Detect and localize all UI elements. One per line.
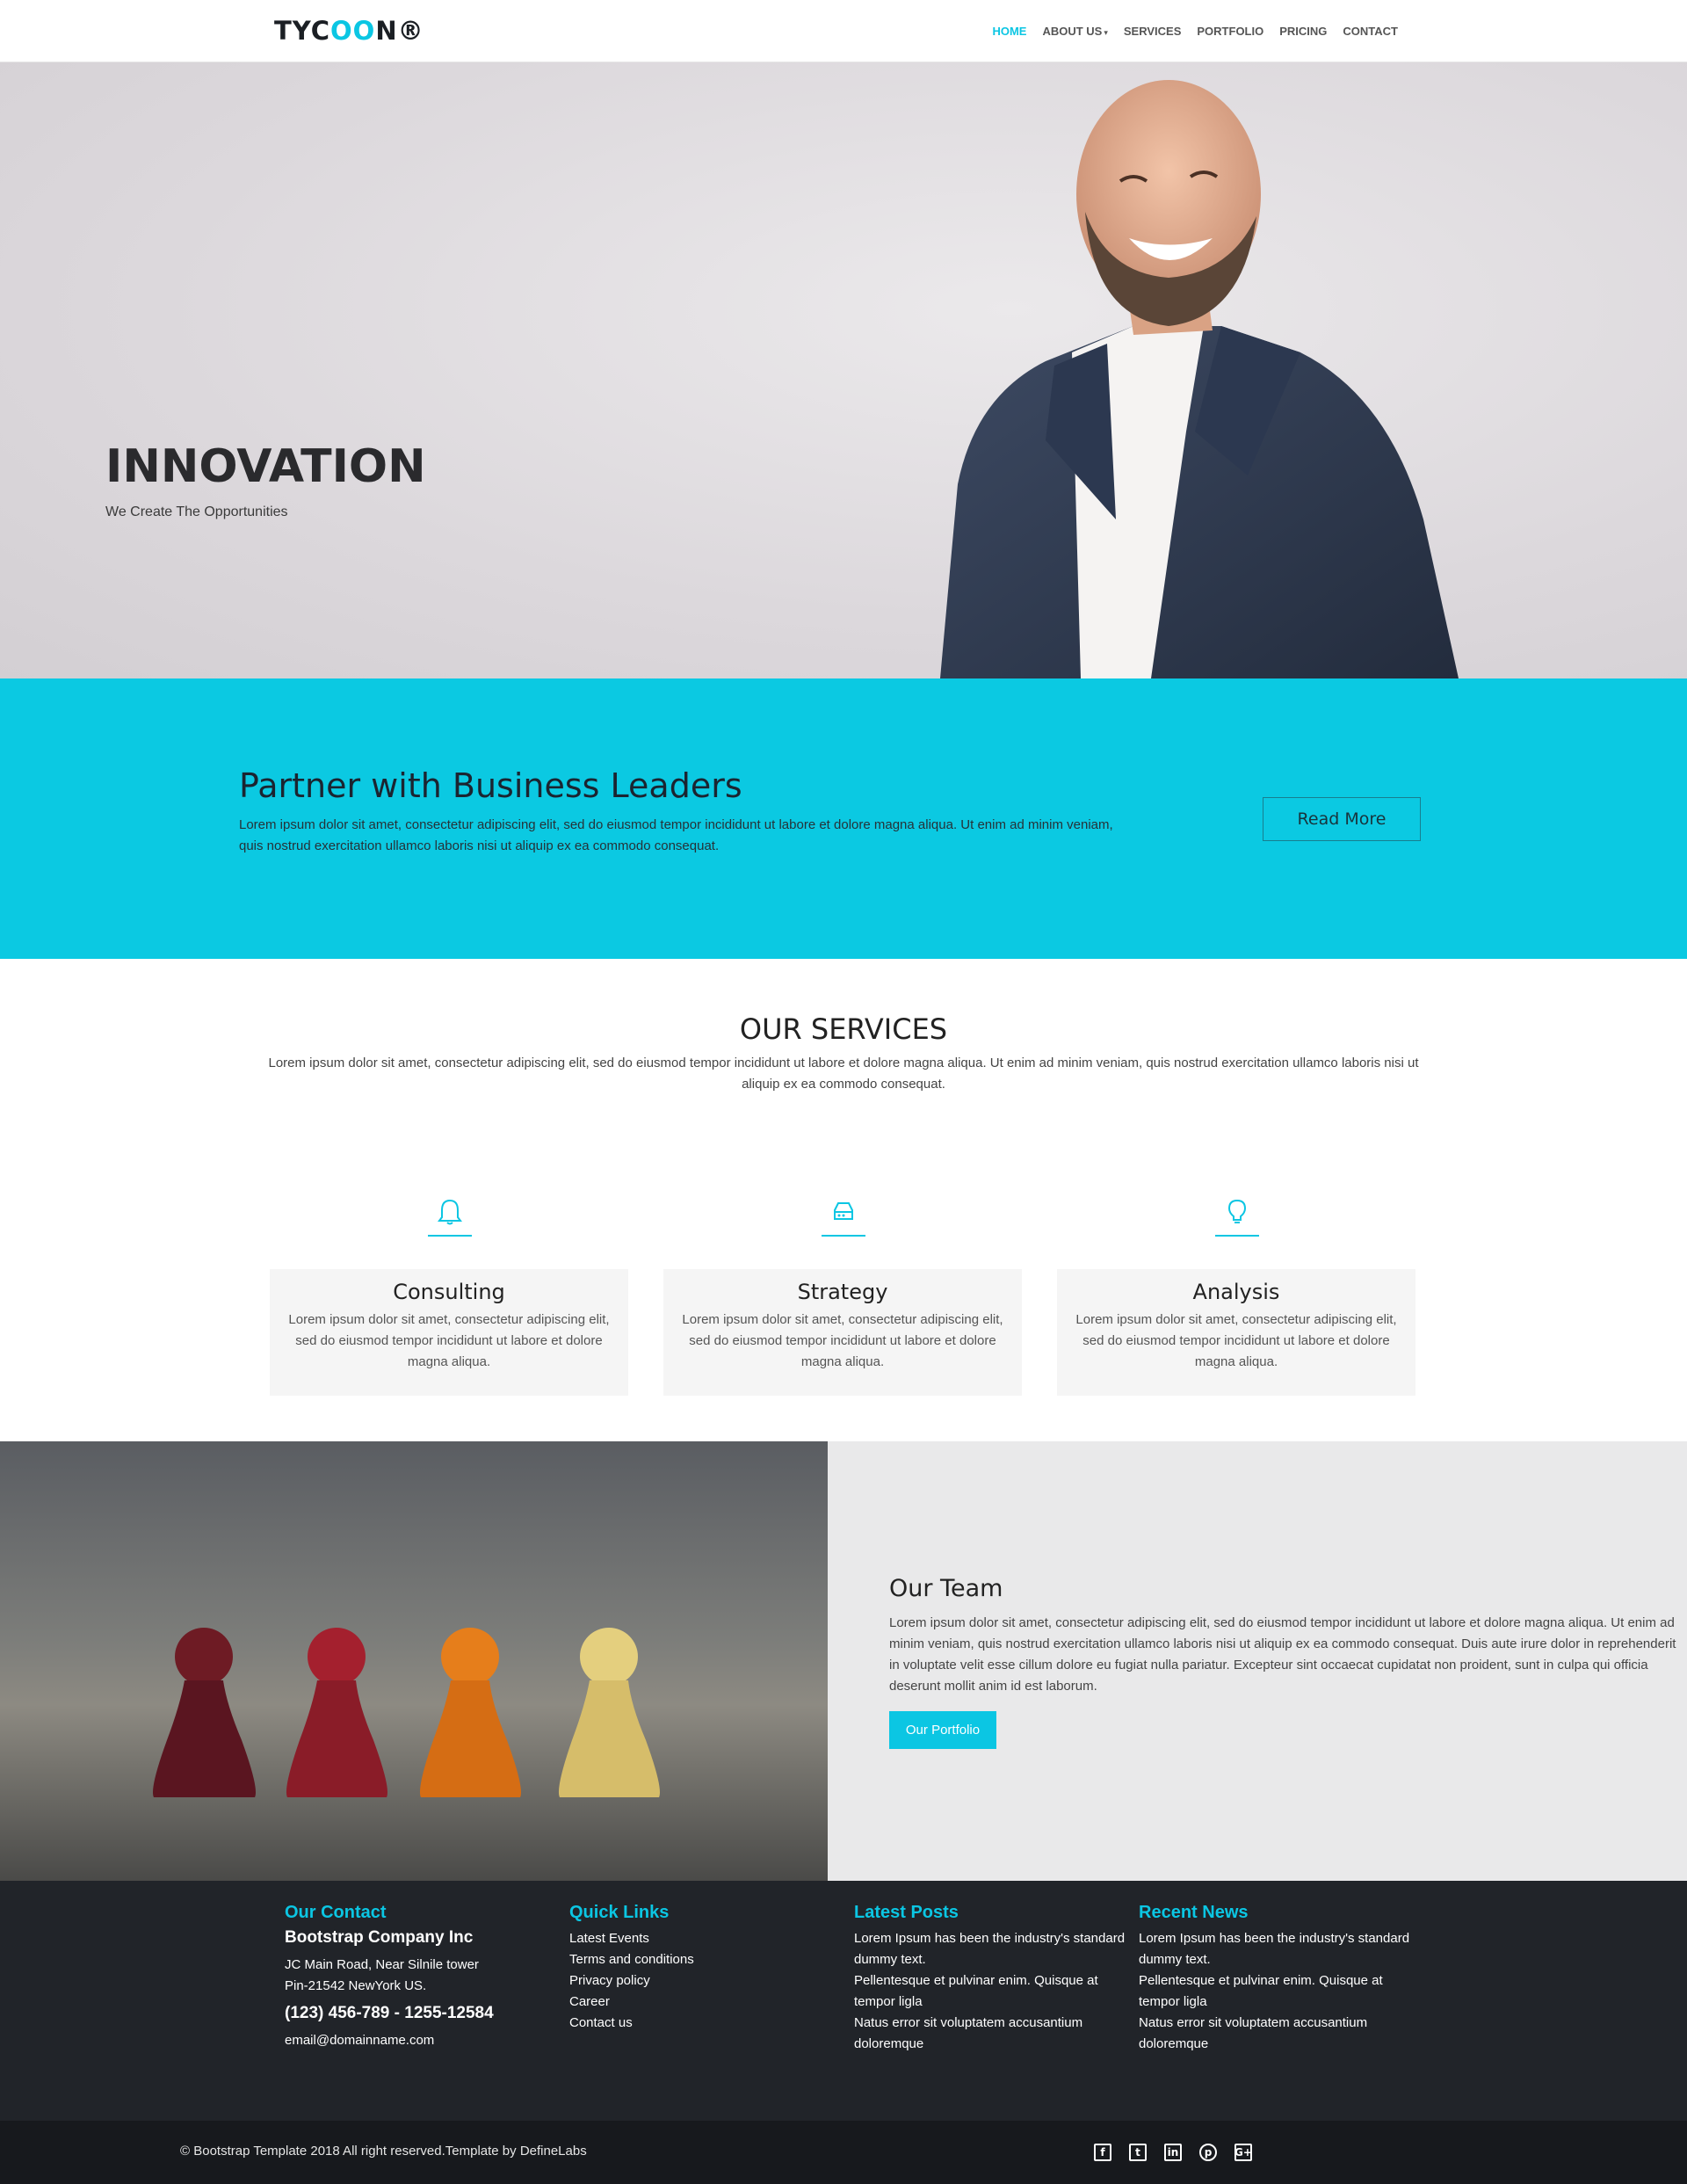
team-title: Our Team xyxy=(889,1575,1003,1602)
footer-heading: Recent News xyxy=(1139,1903,1249,1922)
brand-prefix: TYC xyxy=(274,16,331,46)
nav-label: PORTFOLIO xyxy=(1197,25,1264,38)
email-address[interactable]: email@domainname.com xyxy=(285,2030,557,2051)
service-text: Lorem ipsum dolor sit amet, consectetur … xyxy=(682,1312,1003,1369)
linkedin-icon[interactable]: in xyxy=(1164,2144,1182,2161)
navbar: TYCOON® HOME ABOUT US ▾ SERVICES PORTFOLI… xyxy=(0,0,1687,62)
nav-about-us[interactable]: ABOUT US ▾ xyxy=(1034,25,1115,38)
nav-contact[interactable]: CONTACT xyxy=(1335,25,1406,38)
post-item[interactable]: Pellentesque et pulvinar enim. Quisque a… xyxy=(854,1970,1126,2013)
hero-title: INNOVATION xyxy=(105,440,426,493)
read-more-button[interactable]: Read More xyxy=(1263,797,1421,841)
nav-pricing[interactable]: PRICING xyxy=(1271,25,1335,38)
post-item[interactable]: Lorem Ipsum has been the industry's stan… xyxy=(854,1928,1126,1970)
our-portfolio-button[interactable]: Our Portfolio xyxy=(889,1711,996,1749)
hero-subtitle: We Create The Opportunities xyxy=(105,504,288,519)
service-card-analysis: Analysis Lorem ipsum dolor sit amet, con… xyxy=(1057,1269,1415,1396)
services-description: Lorem ipsum dolor sit amet, consectetur … xyxy=(268,1056,1419,1092)
footer-recent-news: Recent News Lorem Ipsum has been the ind… xyxy=(1139,1903,1411,2055)
cta-section: Partner with Business Leaders Lorem ipsu… xyxy=(0,678,1687,959)
footer-heading: Quick Links xyxy=(569,1903,670,1922)
brand-suffix: N xyxy=(375,16,398,46)
news-item[interactable]: Natus error sit voluptatem accusantium d… xyxy=(1139,2013,1411,2055)
team-pawns-image xyxy=(0,1441,828,1881)
nav-label: SERVICES xyxy=(1123,25,1182,38)
news-item[interactable]: Lorem Ipsum has been the industry's stan… xyxy=(1139,1928,1411,1970)
social-links: f t in p G+ xyxy=(1094,2144,1252,2161)
footer-link[interactable]: Privacy policy xyxy=(569,1970,842,1992)
address-line: Pin-21542 NewYork US. xyxy=(285,1978,427,1993)
google-plus-icon[interactable]: G+ xyxy=(1234,2144,1252,2161)
post-item[interactable]: Natus error sit voluptatem accusantium d… xyxy=(854,2013,1126,2055)
services-title: OUR SERVICES xyxy=(739,1012,948,1046)
nav-home[interactable]: HOME xyxy=(984,25,1034,38)
footer-quick-links: Quick Links Latest Events Terms and cond… xyxy=(569,1903,842,2034)
footer-contact: Our Contact Bootstrap Company Inc JC Mai… xyxy=(285,1903,557,2051)
address-line: JC Main Road, Near Silnile tower xyxy=(285,1957,479,1972)
team-text: Lorem ipsum dolor sit amet, consectetur … xyxy=(889,1615,1676,1694)
hard-drive-icon xyxy=(822,1193,865,1237)
cta-title: Partner with Business Leaders xyxy=(239,766,742,805)
nav-portfolio[interactable]: PORTFOLIO xyxy=(1189,25,1271,38)
service-card-strategy: Strategy Lorem ipsum dolor sit amet, con… xyxy=(663,1269,1022,1396)
nav-services[interactable]: SERVICES xyxy=(1116,25,1190,38)
service-card-consulting: Consulting Lorem ipsum dolor sit amet, c… xyxy=(270,1269,628,1396)
brand-mark: ® xyxy=(397,16,424,46)
service-title: Analysis xyxy=(1192,1280,1280,1304)
service-text: Lorem ipsum dolor sit amet, consectetur … xyxy=(288,1312,610,1369)
lightbulb-icon xyxy=(1215,1193,1259,1237)
caret-down-icon: ▾ xyxy=(1104,28,1108,37)
footer-link[interactable]: Latest Events xyxy=(569,1928,842,1949)
footer-link[interactable]: Terms and conditions xyxy=(569,1949,842,1970)
bell-icon xyxy=(428,1193,472,1237)
nav-label: PRICING xyxy=(1279,25,1328,38)
footer: Our Contact Bootstrap Company Inc JC Mai… xyxy=(0,1881,1687,2121)
service-text: Lorem ipsum dolor sit amet, consectetur … xyxy=(1075,1312,1397,1369)
nav-label: CONTACT xyxy=(1343,25,1398,38)
footer-heading: Our Contact xyxy=(285,1903,387,1922)
service-title: Strategy xyxy=(797,1280,888,1304)
nav-label: HOME xyxy=(992,25,1027,38)
nav-label: ABOUT US xyxy=(1042,25,1103,38)
main-nav: HOME ABOUT US ▾ SERVICES PORTFOLIO PRICIN… xyxy=(984,25,1406,38)
team-panel: Our Team Lorem ipsum dolor sit amet, con… xyxy=(828,1441,1687,1881)
footer-heading: Latest Posts xyxy=(854,1903,959,1922)
news-item[interactable]: Pellentesque et pulvinar enim. Quisque a… xyxy=(1139,1970,1411,2013)
facebook-icon[interactable]: f xyxy=(1094,2144,1111,2161)
twitter-icon[interactable]: t xyxy=(1129,2144,1147,2161)
hero-section: INNOVATION We Create The Opportunities xyxy=(0,62,1687,678)
phone-number: (123) 456-789 - 1255-12584 xyxy=(285,2004,494,2022)
pinterest-icon[interactable]: p xyxy=(1199,2144,1217,2161)
brand-logo[interactable]: TYCOON® xyxy=(274,16,424,46)
brand-accent: OO xyxy=(330,16,376,46)
cta-text: Lorem ipsum dolor sit amet, consectetur … xyxy=(239,817,1113,853)
footer-link[interactable]: Contact us xyxy=(569,2013,842,2034)
footer-latest-posts: Latest Posts Lorem Ipsum has been the in… xyxy=(854,1903,1126,2055)
company-name: Bootstrap Company Inc xyxy=(285,1928,474,1947)
bottom-bar: © Bootstrap Template 2018 All right rese… xyxy=(0,2121,1687,2184)
copyright-text: © Bootstrap Template 2018 All right rese… xyxy=(180,2144,587,2159)
hero-person-image xyxy=(940,80,1459,678)
footer-link[interactable]: Career xyxy=(569,1992,842,2013)
service-title: Consulting xyxy=(393,1280,505,1304)
